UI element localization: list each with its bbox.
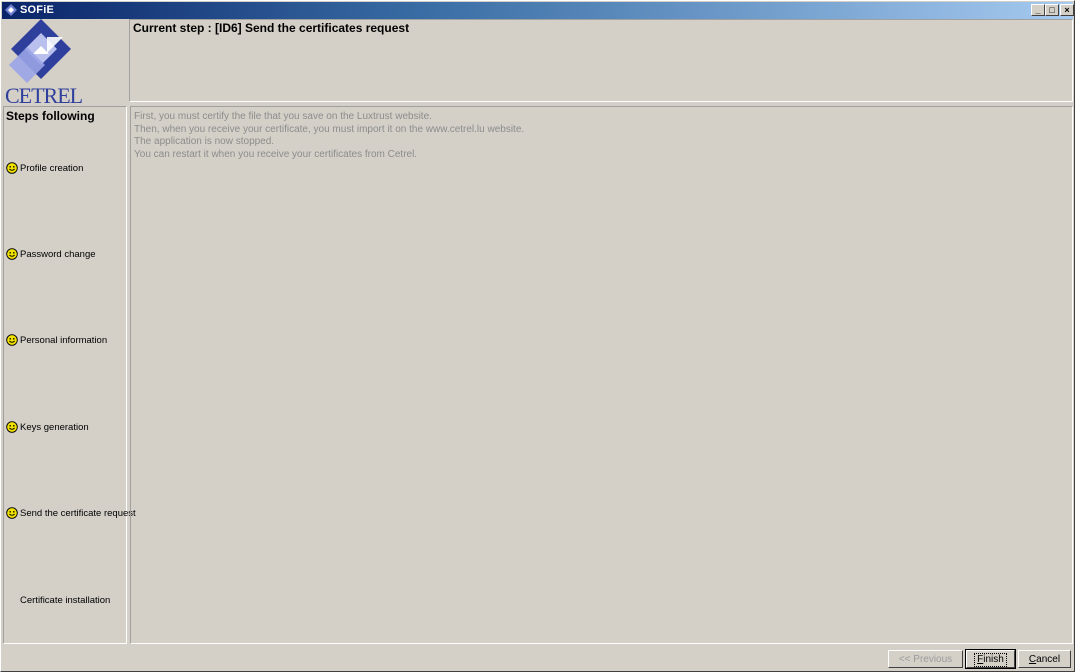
maximize-button[interactable]: □ (1045, 4, 1059, 16)
step-label: Personal information (20, 334, 108, 346)
step-label: Keys generation (20, 421, 89, 433)
instructions-text: First, you must certify the file that yo… (134, 111, 524, 161)
previous-button[interactable]: << Previous (888, 650, 963, 668)
previous-button-label: << Previous (898, 653, 953, 665)
smile-icon (6, 248, 18, 260)
step-send-certificate-request: Send the certificate request (6, 506, 136, 520)
cancel-button[interactable]: Cancel (1018, 650, 1071, 668)
content-panel: First, you must certify the file that yo… (130, 106, 1073, 644)
close-button[interactable]: × (1060, 4, 1074, 16)
step-keys-generation: Keys generation (6, 420, 89, 434)
cancel-label-rest: ancel (1036, 653, 1061, 665)
finish-label-rest: inish (983, 653, 1004, 665)
cetrel-logo: CETREL (5, 19, 84, 108)
step-label: Password change (20, 248, 96, 260)
logo: CETREL (3, 19, 127, 108)
smile-icon (6, 334, 18, 346)
steps-panel: Steps following Profile creation Passwor… (3, 106, 136, 644)
step-label: Send the certificate request (20, 507, 136, 519)
step-certificate-installation: Certificate installation (20, 593, 110, 607)
smile-icon (6, 507, 18, 519)
current-step-title: Current step : [ID6] Send the certificat… (133, 21, 410, 35)
logo-text: CETREL (5, 83, 83, 104)
header-panel: Current step : [ID6] Send the certificat… (129, 19, 1073, 102)
step-password-change: Password change (6, 247, 96, 261)
window-title: SOFiE (20, 4, 55, 16)
smile-icon (6, 162, 18, 174)
smile-icon (6, 421, 18, 433)
instruction-line: First, you must certify the file that yo… (134, 111, 432, 122)
step-label: Certificate installation (20, 594, 111, 606)
instruction-line: The application is now stopped. (134, 136, 275, 147)
step-label: Profile creation (20, 162, 84, 174)
instruction-line: You can restart it when you receive your… (134, 148, 418, 160)
step-profile-creation: Profile creation (6, 161, 83, 175)
steps-heading: Steps following (6, 109, 95, 123)
minimize-button[interactable]: _ (1031, 4, 1045, 16)
finish-button[interactable]: Finish (965, 649, 1016, 669)
app-icon (5, 4, 17, 16)
cancel-button-label: Cancel (1026, 653, 1063, 667)
step-personal-information: Personal information (6, 333, 107, 347)
title-bar[interactable]: SOFiE _ □ × (2, 2, 1074, 19)
finish-button-label: Finish (974, 652, 1007, 667)
app-window: SOFiE _ □ × CETREL Current step : [ID6] … (0, 0, 1075, 672)
instruction-line: Then, when you receive your certificate,… (134, 123, 525, 135)
